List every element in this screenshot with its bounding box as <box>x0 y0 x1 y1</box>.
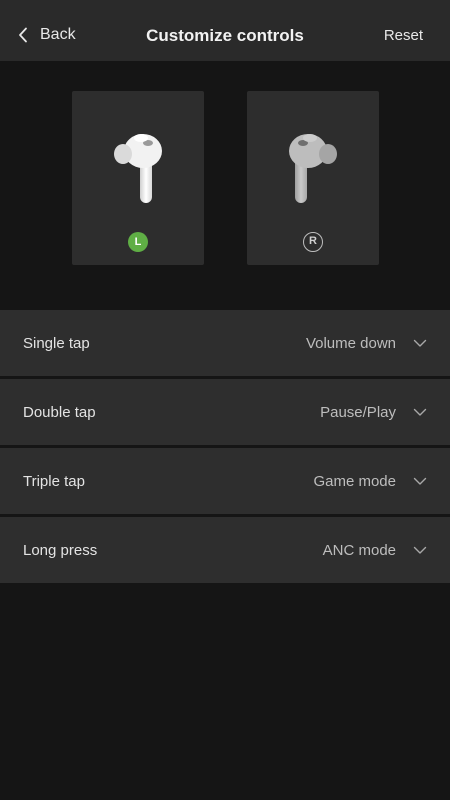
chevron-down-icon <box>413 408 427 417</box>
control-value: ANC mode <box>322 542 396 559</box>
control-row-single-tap[interactable]: Single tap Volume down <box>0 310 450 376</box>
control-label: Single tap <box>23 335 90 352</box>
top-app-bar: Back Customize controls Reset <box>0 0 450 61</box>
control-row-double-tap[interactable]: Double tap Pause/Play <box>0 379 450 445</box>
right-earbud-card[interactable]: R <box>247 91 379 265</box>
back-button[interactable]: Back <box>18 18 76 52</box>
right-earbud-badge: R <box>303 232 323 252</box>
earbud-selector: L R <box>0 61 450 310</box>
left-earbud-badge: L <box>128 232 148 252</box>
control-value: Pause/Play <box>320 404 396 421</box>
control-label: Triple tap <box>23 473 85 490</box>
right-earbud-image <box>283 129 343 214</box>
left-earbud-card[interactable]: L <box>72 91 204 265</box>
back-label: Back <box>40 26 76 43</box>
control-label: Long press <box>23 542 98 559</box>
chevron-down-icon <box>413 546 427 555</box>
control-label: Double tap <box>23 404 96 421</box>
chevron-left-icon <box>18 27 28 43</box>
controls-list: Single tap Volume down Double tap Pause/… <box>0 310 450 586</box>
chevron-down-icon <box>413 477 427 486</box>
chevron-down-icon <box>413 339 427 348</box>
control-value: Volume down <box>305 335 396 352</box>
left-earbud-image <box>108 129 168 214</box>
control-row-long-press[interactable]: Long press ANC mode <box>0 517 450 583</box>
control-row-triple-tap[interactable]: Triple tap Game mode <box>0 448 450 514</box>
control-value: Game mode <box>313 473 396 490</box>
